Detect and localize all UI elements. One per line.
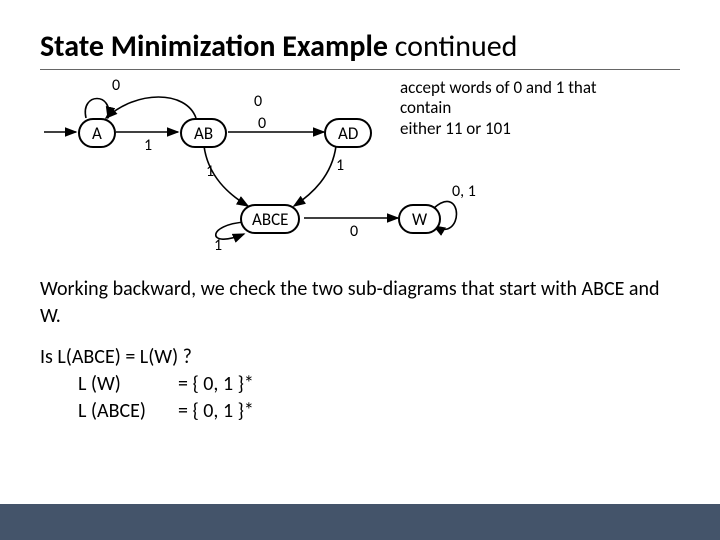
title-continued: continued (388, 28, 517, 65)
eq-lw-lhs: L (W) (78, 371, 178, 398)
edge-abce-self-1: 1 (214, 236, 222, 255)
edge-a-ab-1: 1 (144, 136, 152, 155)
eq-labce: L (ABCE) = { 0, 1 }* (78, 398, 680, 425)
state-AB: AB (180, 118, 227, 148)
edge-ab-ad-0: 0 (258, 114, 266, 133)
edge-ab-top-0: 0 (254, 92, 262, 111)
eq-labce-rhs: = { 0, 1 }* (178, 398, 254, 425)
state-diagram: accept words of 0 and 1 that contain eit… (36, 84, 636, 264)
question-block: Is L(ABCE) = L(W) ? L (W) = { 0, 1 }* L … (40, 344, 680, 425)
state-AD: AD (324, 118, 372, 148)
eq-labce-lhs: L (ABCE) (78, 398, 178, 425)
state-A: A (78, 118, 116, 148)
edge-a-self-0: 0 (112, 76, 120, 95)
footer-band (0, 504, 720, 540)
body-paragraph: Working backward, we check the two sub-d… (40, 276, 680, 330)
edge-w-self-01: 0, 1 (452, 182, 476, 201)
question-line: Is L(ABCE) = L(W) ? (40, 344, 680, 371)
title-block: State Minimization Example continued (40, 30, 680, 70)
eq-lw-rhs: = { 0, 1 }* (178, 371, 254, 398)
edge-abce-w-0: 0 (350, 222, 358, 241)
title-main: State Minimization Example (40, 28, 388, 65)
state-W: W (398, 204, 441, 234)
eq-lw: L (W) = { 0, 1 }* (78, 371, 680, 398)
state-ABCE: ABCE (240, 204, 300, 234)
edge-ab-abce-1: 1 (206, 162, 214, 181)
edge-ad-abce-1: 1 (336, 156, 344, 175)
